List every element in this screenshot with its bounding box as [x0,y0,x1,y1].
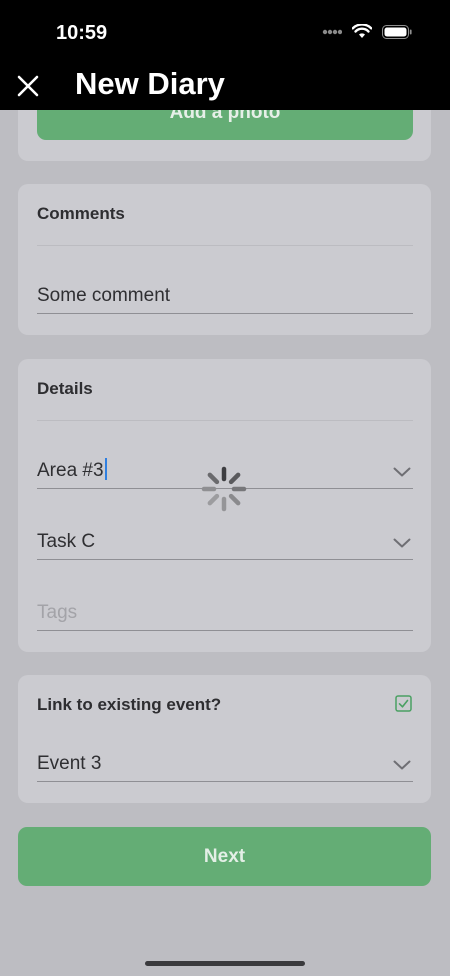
divider [37,420,413,421]
comment-field[interactable]: Some comment [37,277,413,314]
details-label: Details [37,379,93,398]
wifi-icon [352,24,372,38]
photo-card: Add a photo [18,110,431,161]
signal-icon [322,29,342,34]
event-select[interactable]: Event 3 [37,745,413,782]
add-photo-button[interactable]: Add a photo [37,110,413,140]
checkbox-icon[interactable] [395,695,412,712]
page-title: New Diary [75,66,225,101]
tags-placeholder: Tags [37,602,78,623]
tags-input[interactable]: Tags [37,594,413,631]
event-value: Event 3 [37,753,102,774]
status-icons [322,24,412,39]
chevron-down-icon[interactable] [393,466,411,478]
battery-icon [382,24,412,39]
link-event-label: Link to existing event? [37,695,222,714]
divider [37,245,413,246]
loading-spinner-icon [201,466,247,512]
area-value: Area #3 [37,458,107,482]
area-text: Area #3 [37,460,104,481]
text-cursor [104,458,107,480]
link-event-card: Link to existing event? Event 3 [18,675,431,803]
comment-value: Some comment [37,285,171,306]
next-label: Next [203,846,246,867]
status-time: 10:59 [56,22,108,44]
nav-bar: New Diary [0,62,450,110]
add-photo-label: Add a photo [169,110,281,123]
home-indicator[interactable] [145,961,305,966]
chevron-down-icon[interactable] [393,759,411,771]
form-scroll-area[interactable]: Add a photo Comments Some comment Detail… [0,110,450,976]
comments-card: Comments Some comment [18,184,431,335]
status-bar: 10:59 [0,0,450,62]
close-icon[interactable] [14,72,42,100]
task-select[interactable]: Task C [37,523,413,560]
task-value: Task C [37,531,96,552]
comments-label: Comments [37,204,125,223]
next-button[interactable]: Next [18,827,431,886]
chevron-down-icon[interactable] [393,537,411,549]
